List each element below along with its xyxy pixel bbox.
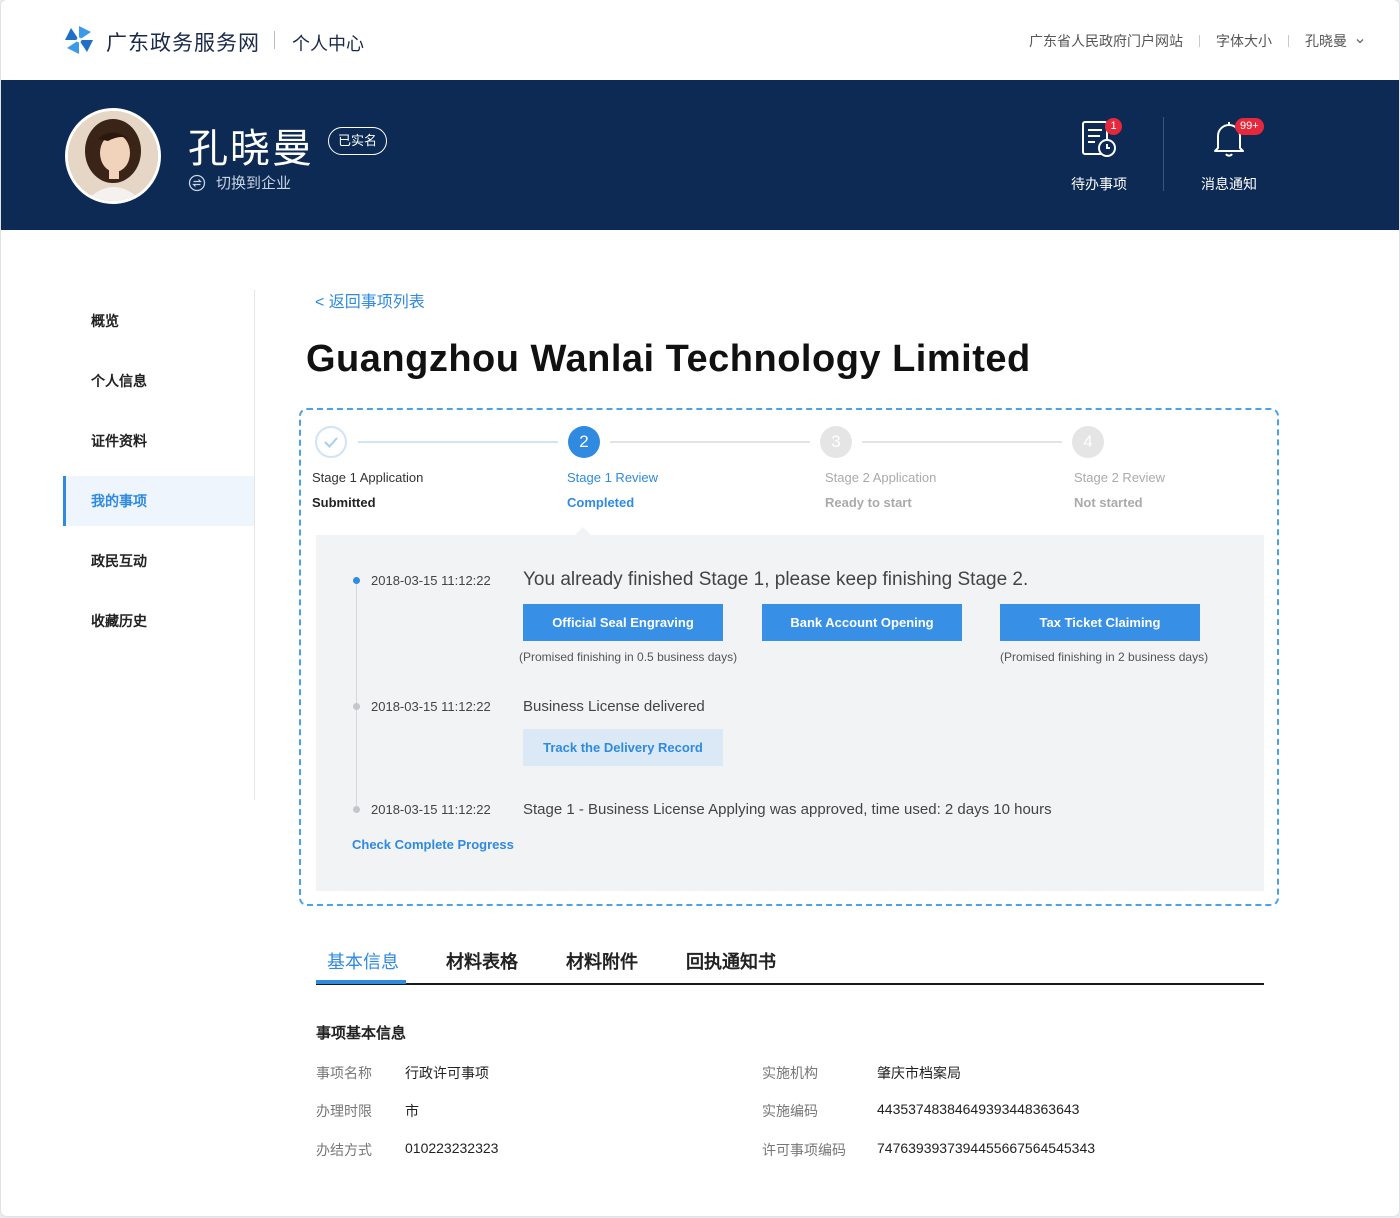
promise-hint: (Promised finishing in 0.5 business days… (519, 650, 738, 664)
verified-badge: 已实名 (328, 127, 388, 155)
tab-material-forms[interactable]: 材料表格 (446, 948, 518, 974)
step-number: 2 (568, 426, 600, 458)
user-menu-name: 孔晓曼 (1305, 33, 1347, 49)
info-key: 办结方式 (316, 1142, 372, 1158)
sidebar-item-favorites-history[interactable]: 收藏历史 (63, 596, 254, 646)
info-key: 办理时限 (316, 1103, 372, 1119)
promise-hint: (Promised finishing in 2 business days) (1000, 650, 1209, 664)
notifications-label: 消息通知 (1201, 176, 1257, 192)
notifications-button[interactable]: 99+ 消息通知 (1179, 118, 1279, 194)
info-value: 市 (405, 1103, 419, 1119)
top-links: 广东省人民政府门户网站 字体大小 孔晓曼 (1029, 31, 1365, 51)
gov-portal-link[interactable]: 广东省人民政府门户网站 (1029, 31, 1183, 51)
profile-header: 孔晓曼 已实名 切换到企业 1 待办事项 99+ 消息通知 (1, 80, 1399, 230)
detail-tabs: 基本信息 材料表格 材料附件 回执通知书 (316, 940, 1264, 985)
tab-material-attachments[interactable]: 材料附件 (566, 948, 638, 974)
timeline-dot (353, 577, 360, 584)
step-number: 3 (820, 426, 852, 458)
font-size-link[interactable]: 字体大小 (1216, 31, 1272, 51)
section-title: 事项基本信息 (316, 1025, 407, 1042)
timeline-time: 2018-03-15 11:12:22 (371, 573, 491, 588)
page-section-name: 个人中心 (292, 34, 364, 54)
timeline-dot (353, 806, 360, 813)
step-name: Stage 2 Review (1074, 470, 1166, 485)
step-connector (862, 441, 1062, 443)
todo-badge: 1 (1105, 118, 1122, 135)
timeline-line (356, 580, 357, 810)
notification-badge: 99+ (1235, 118, 1264, 135)
step-number: 4 (1072, 426, 1104, 458)
step-status: Completed (567, 495, 635, 510)
tab-receipt-notice[interactable]: 回执通知书 (686, 948, 776, 974)
todo-button[interactable]: 1 待办事项 (1049, 118, 1149, 194)
todo-label: 待办事项 (1071, 176, 1127, 192)
app-window: 广东政务服务网 个人中心 广东省人民政府门户网站 字体大小 孔晓曼 孔晓曼 已实… (1, 0, 1399, 1216)
panel-pointer (575, 527, 591, 535)
user-photo-icon (68, 111, 158, 201)
chevron-down-icon (1356, 39, 1364, 44)
bank-account-opening-button[interactable]: Bank Account Opening (762, 604, 962, 641)
timeline-time: 2018-03-15 11:12:22 (371, 802, 491, 817)
timeline-message: Business License delivered (523, 698, 705, 715)
sidebar-item-interaction[interactable]: 政民互动 (63, 536, 254, 586)
sidebar-item-my-affairs[interactable]: 我的事项 (63, 476, 254, 526)
top-bar: 广东政务服务网 个人中心 广东省人民政府门户网站 字体大小 孔晓曼 (1, 0, 1399, 80)
info-key: 许可事项编码 (762, 1142, 846, 1158)
info-value: 010223232323 (405, 1140, 499, 1156)
tax-ticket-claiming-button[interactable]: Tax Ticket Claiming (1000, 604, 1200, 641)
tab-basic-info[interactable]: 基本信息 (327, 948, 399, 974)
active-tab-indicator (316, 980, 406, 984)
sidebar: 概览 个人信息 证件资料 我的事项 政民互动 收藏历史 (63, 290, 255, 800)
switch-label: 切换到企业 (216, 175, 292, 192)
step-status: Ready to start (825, 495, 912, 510)
info-value: 肇庆市档案局 (877, 1065, 961, 1081)
info-key: 实施机构 (762, 1065, 818, 1081)
step-status: Not started (1074, 495, 1143, 510)
info-value: 4435374838464939344836364­3 (877, 1101, 1080, 1117)
step-name: Stage 1 Application (312, 470, 424, 485)
switch-icon (188, 174, 206, 191)
step-status: Submitted (312, 495, 376, 510)
track-delivery-button[interactable]: Track the Delivery Record (523, 729, 723, 766)
user-menu[interactable]: 孔晓曼 (1305, 31, 1365, 51)
sidebar-item-personal-info[interactable]: 个人信息 (63, 356, 254, 406)
divider (1199, 35, 1200, 47)
pinwheel-logo-icon[interactable] (63, 24, 95, 56)
info-key: 事项名称 (316, 1065, 372, 1081)
timeline-message: Stage 1 - Business License Applying was … (523, 801, 1052, 818)
divider (274, 31, 275, 49)
back-to-list-link[interactable]: < 返回事项列表 (315, 288, 425, 312)
step-connector (610, 441, 810, 443)
divider (1288, 35, 1289, 47)
info-value: 747639393739445566756454534­3 (877, 1140, 1096, 1156)
site-name[interactable]: 广东政务服务网 (106, 27, 260, 57)
official-seal-engraving-button[interactable]: Official Seal Engraving (523, 604, 723, 641)
timeline-message: You already finished Stage 1, please kee… (523, 569, 1029, 590)
info-key: 实施编码 (762, 1103, 818, 1119)
sidebar-item-overview[interactable]: 概览 (63, 296, 254, 346)
timeline-dot (353, 703, 360, 710)
switch-to-enterprise[interactable]: 切换到企业 (188, 172, 291, 193)
timeline-time: 2018-03-15 11:12:22 (371, 699, 491, 714)
user-name: 孔晓曼 (188, 127, 314, 171)
step-name: Stage 1 Review (567, 470, 659, 485)
check-icon (315, 426, 347, 458)
step-connector (358, 441, 558, 443)
sidebar-item-documents[interactable]: 证件资料 (63, 416, 254, 466)
step-name: Stage 2 Application (825, 470, 937, 485)
avatar[interactable] (65, 108, 161, 204)
header-divider (1163, 117, 1164, 191)
page-title: Guangzhou Wanlai Technology Limited (306, 338, 1031, 380)
info-value: 行政许可事项 (405, 1065, 489, 1081)
check-complete-progress-link[interactable]: Check Complete Progress (352, 837, 514, 852)
